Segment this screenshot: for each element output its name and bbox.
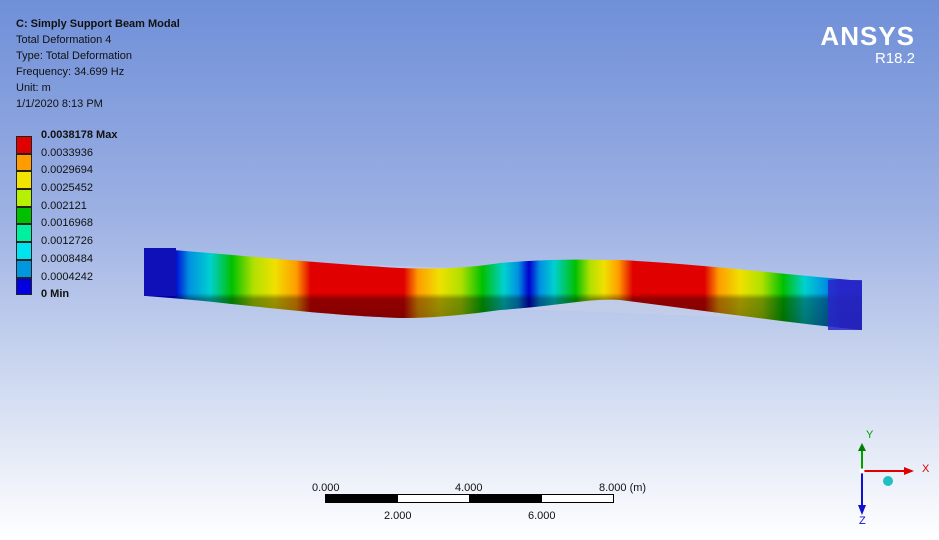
scale-label: 0.000 — [312, 482, 340, 494]
legend-label: 0.0008484 — [41, 252, 93, 265]
legend-label: 0.0012726 — [41, 235, 93, 248]
triad-x-label: X — [922, 463, 930, 475]
graphics-viewport[interactable]: C: Simply Support Beam Modal Total Defor… — [0, 0, 939, 540]
legend-swatch — [16, 153, 32, 172]
beam-left-end-face — [144, 248, 176, 296]
triad-axes-icon — [858, 443, 914, 515]
result-frequency: Frequency: 34.699 Hz — [16, 66, 125, 78]
legend-swatch — [16, 259, 32, 278]
scale-label: 8.000 (m) — [599, 482, 647, 494]
result-timestamp: 1/1/2020 8:13 PM — [16, 98, 103, 110]
scale-segment — [397, 494, 470, 503]
legend-swatch — [16, 171, 32, 190]
legend-swatch — [16, 277, 32, 296]
legend-label: 0.0004242 — [41, 270, 93, 283]
result-type: Type: Total Deformation — [16, 50, 132, 62]
legend-label: 0.0033936 — [41, 146, 93, 159]
result-unit: Unit: m — [16, 82, 51, 94]
analysis-title: C: Simply Support Beam Modal — [16, 18, 180, 30]
legend-label-min: 0 Min — [41, 288, 70, 301]
result-info-panel: C: Simply Support Beam Modal Total Defor… — [16, 16, 180, 112]
result-name: Total Deformation 4 — [16, 34, 112, 46]
legend-label: 0.0025452 — [41, 182, 93, 195]
scale-label: 6.000 — [528, 510, 556, 522]
brand-version: R18.2 — [874, 50, 915, 67]
scale-label: 2.000 — [384, 510, 412, 522]
legend-label: 0.0029694 — [41, 164, 93, 177]
legend-swatch — [16, 242, 32, 260]
brand-name: ANSYS — [820, 21, 915, 51]
scale-label: 4.000 — [455, 482, 483, 494]
legend-swatch — [16, 206, 32, 225]
scale-ruler: 0.000 4.000 8.000 (m) 2.000 6.000 — [300, 480, 660, 525]
legend-label-max: 0.0038178 Max — [41, 129, 118, 141]
triad-z-label: Z — [859, 515, 866, 527]
ansys-logo: ANSYS R18.2 — [820, 22, 915, 68]
scale-segment — [325, 494, 398, 503]
scale-segment — [469, 494, 542, 503]
beam-right-end-face — [828, 280, 862, 330]
legend-swatch — [16, 224, 32, 243]
legend-swatch — [16, 189, 32, 207]
legend-label: 0.0016968 — [41, 217, 93, 230]
coordinate-triad[interactable]: Y X Z — [840, 425, 939, 535]
scale-segment — [541, 494, 614, 503]
legend-swatch — [16, 136, 32, 154]
triad-y-label: Y — [866, 429, 874, 441]
legend-label: 0.002121 — [41, 199, 87, 212]
